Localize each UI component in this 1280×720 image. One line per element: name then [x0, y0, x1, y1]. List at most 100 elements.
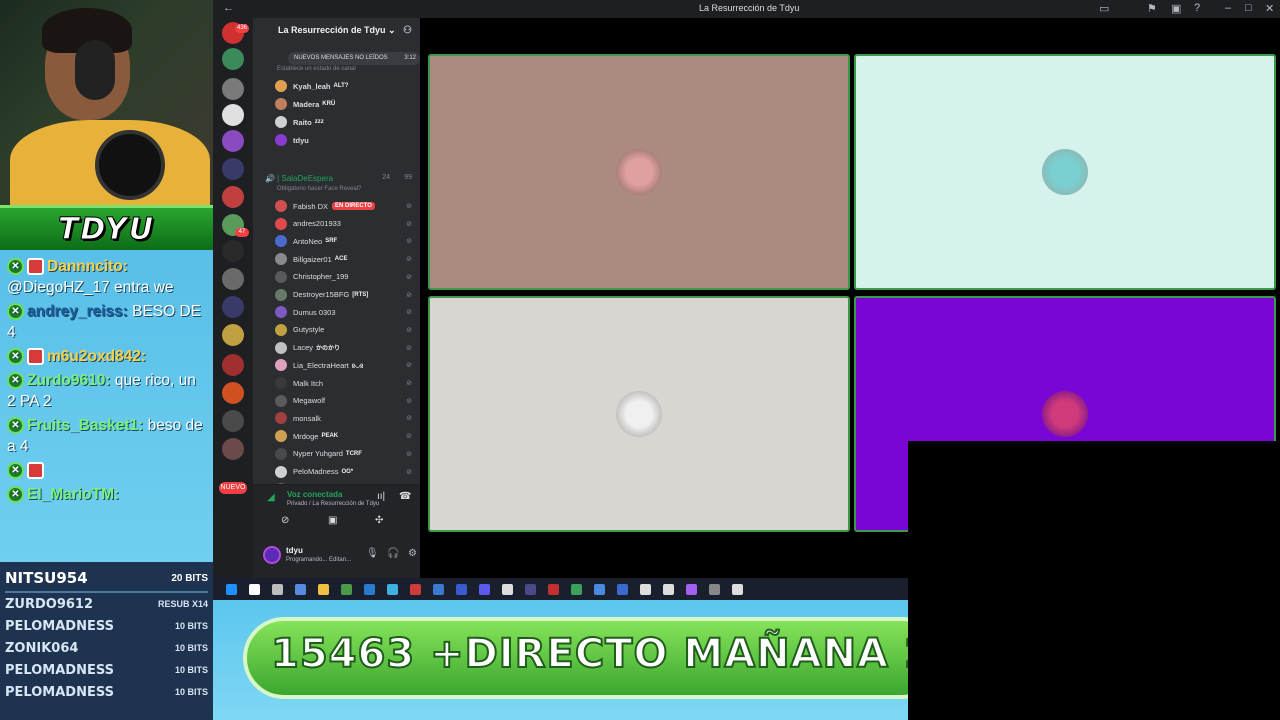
voice-user[interactable]: Kyah_leah ALT?: [275, 78, 420, 94]
voice-user[interactable]: Billgaizer01 ACE ⊘: [275, 251, 420, 267]
new-messages-bar[interactable]: NUEVOS MENSAJES NO LEÍDOS 3:12: [288, 52, 420, 65]
voice-user[interactable]: Nyper Yuhgard TCRF ⊘: [275, 446, 420, 462]
photoshop-icon[interactable]: [522, 582, 539, 597]
brave-icon[interactable]: [407, 582, 424, 597]
discord-icon[interactable]: [476, 582, 493, 597]
minimize-icon[interactable]: –: [1225, 2, 1231, 14]
channel-status[interactable]: Establece un estado de canal: [277, 66, 356, 72]
voice-user[interactable]: Christopher_199 ⊘: [275, 269, 420, 285]
task-view-icon[interactable]: [269, 582, 286, 597]
app-icon[interactable]: [637, 582, 654, 597]
store-icon[interactable]: [384, 582, 401, 597]
voice-user[interactable]: Gutystyle ⊘: [275, 322, 420, 338]
voice-user[interactable]: Madera KRÜ: [275, 96, 420, 112]
headphones-icon[interactable]: 🎧: [387, 548, 399, 559]
app-icon[interactable]: [453, 582, 470, 597]
noise-icon[interactable]: ıı|: [377, 491, 385, 502]
voice-user[interactable]: Raito zzz: [275, 114, 420, 130]
copilot-icon[interactable]: [292, 582, 309, 597]
voice-user[interactable]: PeloMadness OG* ⊘: [275, 464, 420, 480]
app-icon[interactable]: [706, 582, 723, 597]
call-tile[interactable]: [428, 296, 850, 532]
call-tile[interactable]: [428, 54, 850, 290]
app-icon[interactable]: [614, 582, 631, 597]
steam-icon[interactable]: [591, 582, 608, 597]
server-icon[interactable]: [222, 382, 244, 404]
server-icon[interactable]: [222, 104, 244, 126]
window-icon[interactable]: ▣: [1171, 2, 1181, 15]
voice-user[interactable]: Dumus 0303 ⊘: [275, 304, 420, 320]
edge-icon[interactable]: [361, 582, 378, 597]
bits-top-row: NITSU954 20 BITS: [5, 565, 208, 593]
chat-username[interactable]: Zurdo9610:: [27, 372, 111, 389]
chat-username[interactable]: andrey_reiss:: [27, 303, 128, 320]
server-icon[interactable]: [222, 296, 244, 318]
windows-start-icon[interactable]: [223, 582, 240, 597]
avatar[interactable]: [263, 546, 281, 564]
voice-user[interactable]: Megawolf ⊘: [275, 393, 420, 409]
server-icon[interactable]: [222, 438, 244, 460]
call-tile[interactable]: [854, 54, 1276, 290]
chat-username[interactable]: Fruits_Basket1:: [27, 417, 143, 434]
video-off-icon[interactable]: ⊘: [281, 515, 289, 526]
chat-username[interactable]: m6u2oxd842:: [47, 348, 146, 365]
voice-user[interactable]: tdyu: [275, 132, 420, 148]
server-icon[interactable]: [222, 130, 244, 152]
help-icon[interactable]: ?: [1194, 2, 1200, 14]
bits-name: PELOMADNESS: [5, 662, 114, 678]
inbox-icon[interactable]: ▭: [1099, 2, 1109, 15]
pin-icon[interactable]: ⚑: [1147, 2, 1157, 15]
app-icon[interactable]: [683, 582, 700, 597]
server-icon[interactable]: [222, 48, 244, 70]
chat-username[interactable]: El_MarioTM:: [27, 486, 119, 503]
server-icon[interactable]: [222, 158, 244, 180]
signal-icon[interactable]: ◢: [267, 492, 275, 503]
close-icon[interactable]: ✕: [1265, 2, 1274, 15]
voice-user[interactable]: monsalk ⊘: [275, 410, 420, 426]
back-arrow-icon[interactable]: ←: [223, 2, 234, 14]
voice-user[interactable]: Lia_ElectraHeart ჲ◡ჲ ⊘: [275, 357, 420, 373]
chat-username[interactable]: Dannncito:: [47, 258, 128, 275]
app-icon[interactable]: [660, 582, 677, 597]
maximize-icon[interactable]: □: [1245, 2, 1252, 14]
voice-user[interactable]: Destroyer15BFG [RTS] ⊘: [275, 287, 420, 303]
voice-user-name: Fabish DX: [293, 201, 329, 211]
disconnect-icon[interactable]: ☎: [399, 491, 411, 502]
server-icon[interactable]: [222, 324, 244, 346]
voice-user[interactable]: Lacey かのかり ⊘: [275, 340, 420, 356]
new-badge[interactable]: NUEVO: [219, 482, 247, 494]
server-icon[interactable]: [222, 354, 244, 376]
voice-user[interactable]: Malk Itch ⊘: [275, 375, 420, 391]
server-icon[interactable]: [222, 240, 244, 262]
server-icon[interactable]: [222, 78, 244, 100]
chrome-icon[interactable]: [338, 582, 355, 597]
server-header[interactable]: La Resurrección de Tdyu ⌄ ⚇: [253, 18, 420, 46]
voice-channel[interactable]: 🔊 | SalaDeEspera 24 99: [265, 174, 420, 183]
activities-icon[interactable]: ✣: [375, 515, 383, 526]
app-icon[interactable]: [430, 582, 447, 597]
app-icon[interactable]: [545, 582, 562, 597]
clock-icon[interactable]: [499, 582, 516, 597]
voice-user[interactable]: Mrdoge PEAK ⊘: [275, 428, 420, 444]
bits-value: 10 BITS: [174, 643, 208, 653]
search-icon[interactable]: [246, 582, 263, 597]
add-friend-icon[interactable]: ⚇: [403, 25, 412, 36]
voice-user[interactable]: AntoNeo SRF ⊘: [275, 233, 420, 249]
server-icon[interactable]: [222, 186, 244, 208]
voice-user-name: Madera: [293, 99, 320, 109]
app-icon[interactable]: [729, 582, 746, 597]
server-icon[interactable]: [222, 410, 244, 432]
settings-gear-icon[interactable]: ⚙: [408, 548, 417, 559]
screen-share-icon[interactable]: ▣: [328, 515, 337, 526]
folder-icon[interactable]: [315, 582, 332, 597]
app-icon[interactable]: [568, 582, 585, 597]
voice-user-name: tdyu: [293, 135, 309, 145]
server-icon[interactable]: [222, 268, 244, 290]
voice-connected-channel[interactable]: Privado / La Resurrección de Tdyu: [287, 501, 379, 507]
voice-user-tag: [RTS]: [352, 291, 369, 298]
voice-user[interactable]: Fabish DX EN DIRECTO ⊘: [275, 198, 420, 214]
voice-user[interactable]: andres201933 ⊘: [275, 216, 420, 232]
avatar: [275, 270, 287, 283]
chat-badge-icon: ✕: [7, 486, 24, 504]
microphone-icon[interactable]: 🎙: [366, 548, 379, 559]
